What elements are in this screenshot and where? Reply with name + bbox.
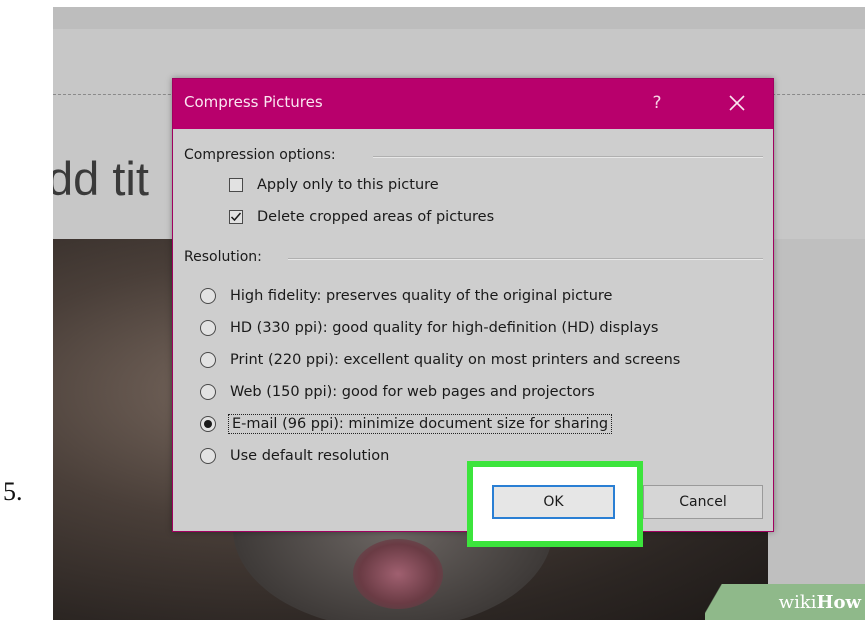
checkbox-apply-only[interactable]: Apply only to this picture [229,177,439,193]
checkbox-label: Delete cropped areas of pictures [257,209,495,225]
radio-button[interactable] [200,320,216,336]
compression-options-divider [373,156,763,158]
checkbox-box[interactable] [229,210,243,224]
dialog-titlebar[interactable]: Compress Pictures ? [173,79,773,129]
ribbon-strip [53,7,865,29]
checkbox-box[interactable] [229,178,243,192]
step-number: 5. [3,477,23,506]
radio-high-fidelity[interactable]: High fidelity: preserves quality of the … [200,288,612,304]
radio-label: High fidelity: preserves quality of the … [230,288,613,304]
photo-detail [353,539,443,609]
cancel-button[interactable]: Cancel [643,485,763,519]
resolution-divider [288,258,763,260]
close-button[interactable] [721,88,753,118]
radio-button[interactable] [200,384,216,400]
watermark-brand: How [816,591,861,613]
radio-selected-dot [204,420,212,428]
resolution-label: Resolution: [184,249,262,265]
radio-label: HD (330 ppi): good quality for high-defi… [230,320,659,336]
radio-button-selected[interactable] [200,416,216,432]
checkbox-delete-cropped[interactable]: Delete cropped areas of pictures [229,209,494,225]
radio-default-resolution[interactable]: Use default resolution [200,448,389,464]
radio-label: Web (150 ppi): good for web pages and pr… [230,384,595,400]
radio-button[interactable] [200,448,216,464]
help-button[interactable]: ? [643,89,671,117]
dialog-title: Compress Pictures [184,93,323,111]
ok-button[interactable]: OK [492,485,615,519]
radio-label: E-mail (96 ppi): minimize document size … [227,414,613,434]
wikihow-watermark: wiki How [705,584,865,620]
watermark-prefix: wiki [778,591,817,613]
radio-button[interactable] [200,288,216,304]
title-placeholder-text: dd tit [53,152,149,205]
radio-label: Print (220 ppi): excellent quality on mo… [230,352,681,368]
radio-print[interactable]: Print (220 ppi): excellent quality on mo… [200,352,680,368]
slide-margin [768,239,865,620]
radio-label: Use default resolution [230,448,390,464]
compression-options-label: Compression options: [184,147,336,163]
radio-button[interactable] [200,352,216,368]
checkmark-icon [230,212,242,222]
radio-hd[interactable]: HD (330 ppi): good quality for high-defi… [200,320,658,336]
checkbox-label: Apply only to this picture [257,177,439,193]
radio-email[interactable]: E-mail (96 ppi): minimize document size … [200,414,613,434]
radio-web[interactable]: Web (150 ppi): good for web pages and pr… [200,384,595,400]
close-icon [729,95,745,111]
